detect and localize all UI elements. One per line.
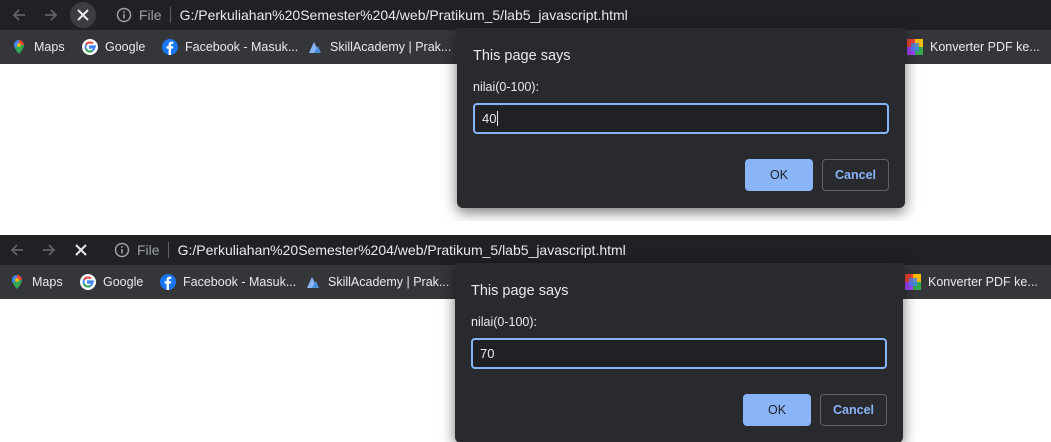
browser-toolbar: File G:/Perkuliahan%20Semester%204/web/P… <box>0 0 1051 30</box>
arrow-right-icon <box>43 244 56 256</box>
facebook-icon <box>160 274 176 290</box>
forward-button[interactable] <box>36 237 62 263</box>
url-text[interactable]: G:/Perkuliahan%20Semester%204/web/Pratik… <box>180 7 628 23</box>
prompt-input-value: 70 <box>480 346 495 361</box>
pdf-converter-icon <box>907 39 923 55</box>
arrow-left-icon <box>12 9 25 21</box>
address-bar[interactable]: File G:/Perkuliahan%20Semester%204/web/P… <box>108 2 1051 28</box>
dialog-title: This page says <box>473 48 571 64</box>
bookmark-label: Maps <box>32 275 63 289</box>
stop-loading-button[interactable] <box>70 2 96 28</box>
close-icon <box>75 244 87 256</box>
facebook-icon <box>162 39 178 55</box>
omnibox-divider <box>167 242 169 258</box>
prompt-input[interactable]: 40 <box>473 103 889 134</box>
cancel-button[interactable]: Cancel <box>822 159 889 191</box>
screenshot-2: File G:/Perkuliahan%20Semester%204/web/P… <box>0 221 1051 442</box>
bookmark-facebook[interactable]: Facebook - Masuk... <box>162 30 298 64</box>
scheme-label: File <box>137 242 160 258</box>
bookmark-google[interactable]: Google <box>82 30 145 64</box>
google-icon <box>80 274 96 290</box>
prompt-input-value: 40 <box>482 111 497 126</box>
prompt-label: nilai(0-100): <box>471 315 538 329</box>
prompt-dialog: This page says nilai(0-100): 40 OK Cance… <box>457 28 905 208</box>
maps-icon <box>14 40 24 54</box>
pdf-converter-icon <box>905 274 921 290</box>
ok-button[interactable]: OK <box>743 394 811 426</box>
bookmark-label: Facebook - Masuk... <box>185 40 299 54</box>
prompt-label: nilai(0-100): <box>473 80 540 94</box>
bookmark-label: SkillAcademy | Prak... <box>328 275 450 289</box>
arrow-left-icon <box>10 244 23 256</box>
bookmark-maps[interactable]: Maps <box>9 265 63 299</box>
prompt-input[interactable]: 70 <box>471 338 887 369</box>
dialog-title: This page says <box>471 283 569 299</box>
bookmark-label: Konverter PDF ke... <box>928 275 1038 289</box>
url-text[interactable]: G:/Perkuliahan%20Semester%204/web/Pratik… <box>178 242 626 258</box>
info-icon[interactable] <box>114 242 130 258</box>
back-button[interactable] <box>6 2 32 28</box>
bookmark-label: Konverter PDF ke... <box>930 40 1040 54</box>
ok-button[interactable]: OK <box>745 159 813 191</box>
skillacademy-icon <box>307 277 319 288</box>
bookmark-label: Google <box>103 275 144 289</box>
scheme-label: File <box>139 7 162 23</box>
bookmark-label: Facebook - Masuk... <box>183 275 297 289</box>
prompt-dialog: This page says nilai(0-100): 70 OK Cance… <box>455 263 903 442</box>
browser-toolbar: File G:/Perkuliahan%20Semester%204/web/P… <box>0 235 1051 265</box>
maps-icon <box>12 275 22 289</box>
bookmark-skillacademy[interactable]: SkillAcademy | Prak... <box>305 265 449 299</box>
skillacademy-icon <box>309 42 321 53</box>
address-bar[interactable]: File G:/Perkuliahan%20Semester%204/web/P… <box>106 237 1051 263</box>
info-icon[interactable] <box>116 7 132 23</box>
forward-button[interactable] <box>38 2 64 28</box>
google-icon <box>82 39 98 55</box>
arrow-right-icon <box>45 9 58 21</box>
bookmark-label: SkillAcademy | Prak... <box>330 40 452 54</box>
cancel-button[interactable]: Cancel <box>820 394 887 426</box>
bookmark-label: Google <box>105 40 146 54</box>
bookmark-maps[interactable]: Maps <box>11 30 65 64</box>
bookmark-pdf-converter[interactable]: Konverter PDF ke... <box>907 30 1040 64</box>
close-icon <box>77 9 89 21</box>
stop-loading-button[interactable] <box>68 237 94 263</box>
omnibox-divider <box>169 7 171 23</box>
text-caret <box>497 111 499 126</box>
bookmark-skillacademy[interactable]: SkillAcademy | Prak... <box>307 30 451 64</box>
bookmark-facebook[interactable]: Facebook - Masuk... <box>160 265 296 299</box>
bookmark-pdf-converter[interactable]: Konverter PDF ke... <box>905 265 1038 299</box>
bookmark-google[interactable]: Google <box>80 265 143 299</box>
bookmark-label: Maps <box>34 40 65 54</box>
back-button[interactable] <box>4 237 30 263</box>
screenshot-1: File G:/Perkuliahan%20Semester%204/web/P… <box>0 0 1051 221</box>
